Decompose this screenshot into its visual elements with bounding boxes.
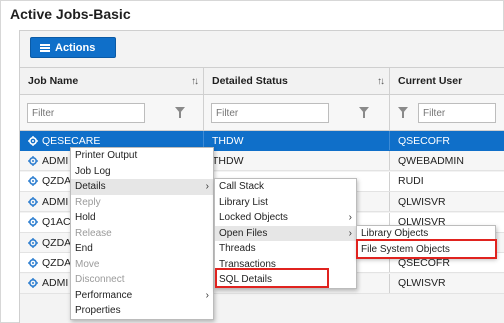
menu-item-label: Threads <box>219 243 256 254</box>
job-gear-icon <box>28 217 38 228</box>
current-user: QWEBADMIN <box>398 154 464 167</box>
actions-button[interactable]: Actions <box>30 37 116 58</box>
menu-item-printer-output[interactable]: Printer Output <box>71 148 213 164</box>
status-cell: THDW <box>204 131 390 150</box>
menu-item-label: End <box>75 243 93 254</box>
menu-item-end[interactable]: End <box>71 241 213 257</box>
menu-item-properties[interactable]: Properties <box>71 303 213 319</box>
job-gear-icon <box>28 176 38 187</box>
job-name: ADMI <box>42 195 69 208</box>
column-header-detailed-status[interactable]: Detailed Status ↑↓ <box>204 68 390 94</box>
menu-item-job-log[interactable]: Job Log <box>71 164 213 180</box>
filter-row <box>20 95 504 131</box>
menu-item-label: Library Objects <box>361 228 429 239</box>
context-menu: Printer Output Job Log Details › Reply Hold Re… <box>70 147 214 320</box>
annotation-box-sql-details <box>215 268 329 288</box>
menu-item-call-stack[interactable]: Call Stack <box>215 179 356 195</box>
job-name-filter-input[interactable] <box>27 103 145 123</box>
job-gear-icon <box>28 135 38 146</box>
column-label: Job Name <box>28 75 79 87</box>
menu-item-label: Performance <box>75 289 133 301</box>
menu-item-label: Properties <box>75 305 121 316</box>
menu-item-hold[interactable]: Hold <box>71 210 213 226</box>
annotation-box-file-system-objects <box>356 239 497 259</box>
job-name: Q1AC <box>42 216 71 229</box>
column-header-current-user[interactable]: Current User <box>390 68 504 94</box>
menu-item-label: Details <box>75 181 106 192</box>
job-gear-icon <box>28 237 38 248</box>
user-cell: RUDI <box>390 172 504 191</box>
sort-icon[interactable]: ↑↓ <box>377 76 385 87</box>
sort-icon[interactable]: ↑↓ <box>191 76 199 87</box>
user-cell: QWEBADMIN <box>390 151 504 170</box>
menu-item-label: Reply <box>75 196 101 208</box>
filter-icon[interactable] <box>175 107 185 118</box>
menu-item-label: Release <box>75 227 112 239</box>
job-gear-icon <box>28 257 38 268</box>
chevron-right-icon: › <box>348 212 352 223</box>
job-name: ADMI <box>42 277 69 290</box>
menu-item-label: Printer Output <box>75 150 138 161</box>
table-header: Job Name ↑↓ Detailed Status ↑↓ Current U… <box>20 67 504 95</box>
page-title: Active Jobs-Basic <box>10 6 131 22</box>
current-user: QLWISVR <box>398 277 446 290</box>
filter-cell <box>390 95 504 130</box>
menu-item-label: Open Files <box>219 227 268 239</box>
menu-item-threads[interactable]: Threads <box>215 241 356 257</box>
column-label: Detailed Status <box>212 75 288 87</box>
job-name: QESECARE <box>42 134 101 147</box>
filter-cell <box>20 95 204 130</box>
menu-item-disconnect: Disconnect <box>71 272 213 288</box>
detailed-status: THDW <box>212 154 244 167</box>
detailed-status: THDW <box>212 134 244 147</box>
chevron-right-icon: › <box>205 289 209 301</box>
user-cell: QLWISVR <box>390 192 504 211</box>
menu-item-details[interactable]: Details › <box>71 179 213 195</box>
user-cell: QSECOFR <box>390 131 504 150</box>
filter-icon[interactable] <box>398 107 408 118</box>
status-cell: THDW <box>204 151 390 171</box>
menu-item-label: Locked Objects <box>219 212 288 223</box>
menu-item-open-files[interactable]: Open Files › <box>215 225 356 241</box>
toolbar: Actions <box>20 31 504 67</box>
filter-icon[interactable] <box>359 107 369 118</box>
column-header-job-name[interactable]: Job Name ↑↓ <box>20 68 204 94</box>
current-user: QLWISVR <box>398 195 446 208</box>
job-gear-icon <box>28 155 38 166</box>
menu-item-label: Hold <box>75 212 96 223</box>
menu-item-label: Call Stack <box>219 181 265 192</box>
menu-item-reply: Reply <box>71 195 213 211</box>
job-name: QZDA <box>42 256 72 269</box>
menu-item-label: Move <box>75 258 100 270</box>
job-gear-icon <box>28 196 38 207</box>
job-name: QZDA <box>42 175 72 188</box>
column-label: Current User <box>398 75 463 87</box>
menu-item-label: Library List <box>219 196 268 208</box>
current-user: QSECOFR <box>398 134 450 147</box>
menu-item-label: Disconnect <box>75 274 125 285</box>
menu-item-release: Release <box>71 226 213 242</box>
actions-label: Actions <box>55 41 96 54</box>
job-name: QZDA <box>42 236 72 249</box>
user-cell: QLWISVR <box>390 274 504 293</box>
menu-item-locked-objects[interactable]: Locked Objects › <box>215 210 356 226</box>
current-user: RUDI <box>398 175 424 188</box>
chevron-right-icon: › <box>348 227 352 239</box>
chevron-right-icon: › <box>205 181 209 192</box>
job-gear-icon <box>28 278 38 289</box>
status-filter-input[interactable] <box>211 103 329 123</box>
job-name: ADMI <box>42 154 69 167</box>
active-jobs-window: Active Jobs-Basic Actions Job Name ↑↓ De… <box>0 0 504 323</box>
menu-item-performance[interactable]: Performance › <box>71 288 213 304</box>
menu-icon <box>40 43 50 52</box>
filter-cell <box>204 95 390 130</box>
user-filter-input[interactable] <box>418 103 496 123</box>
menu-item-library-list[interactable]: Library List <box>215 195 356 211</box>
menu-item-move: Move <box>71 257 213 273</box>
menu-item-label: Job Log <box>75 165 111 177</box>
